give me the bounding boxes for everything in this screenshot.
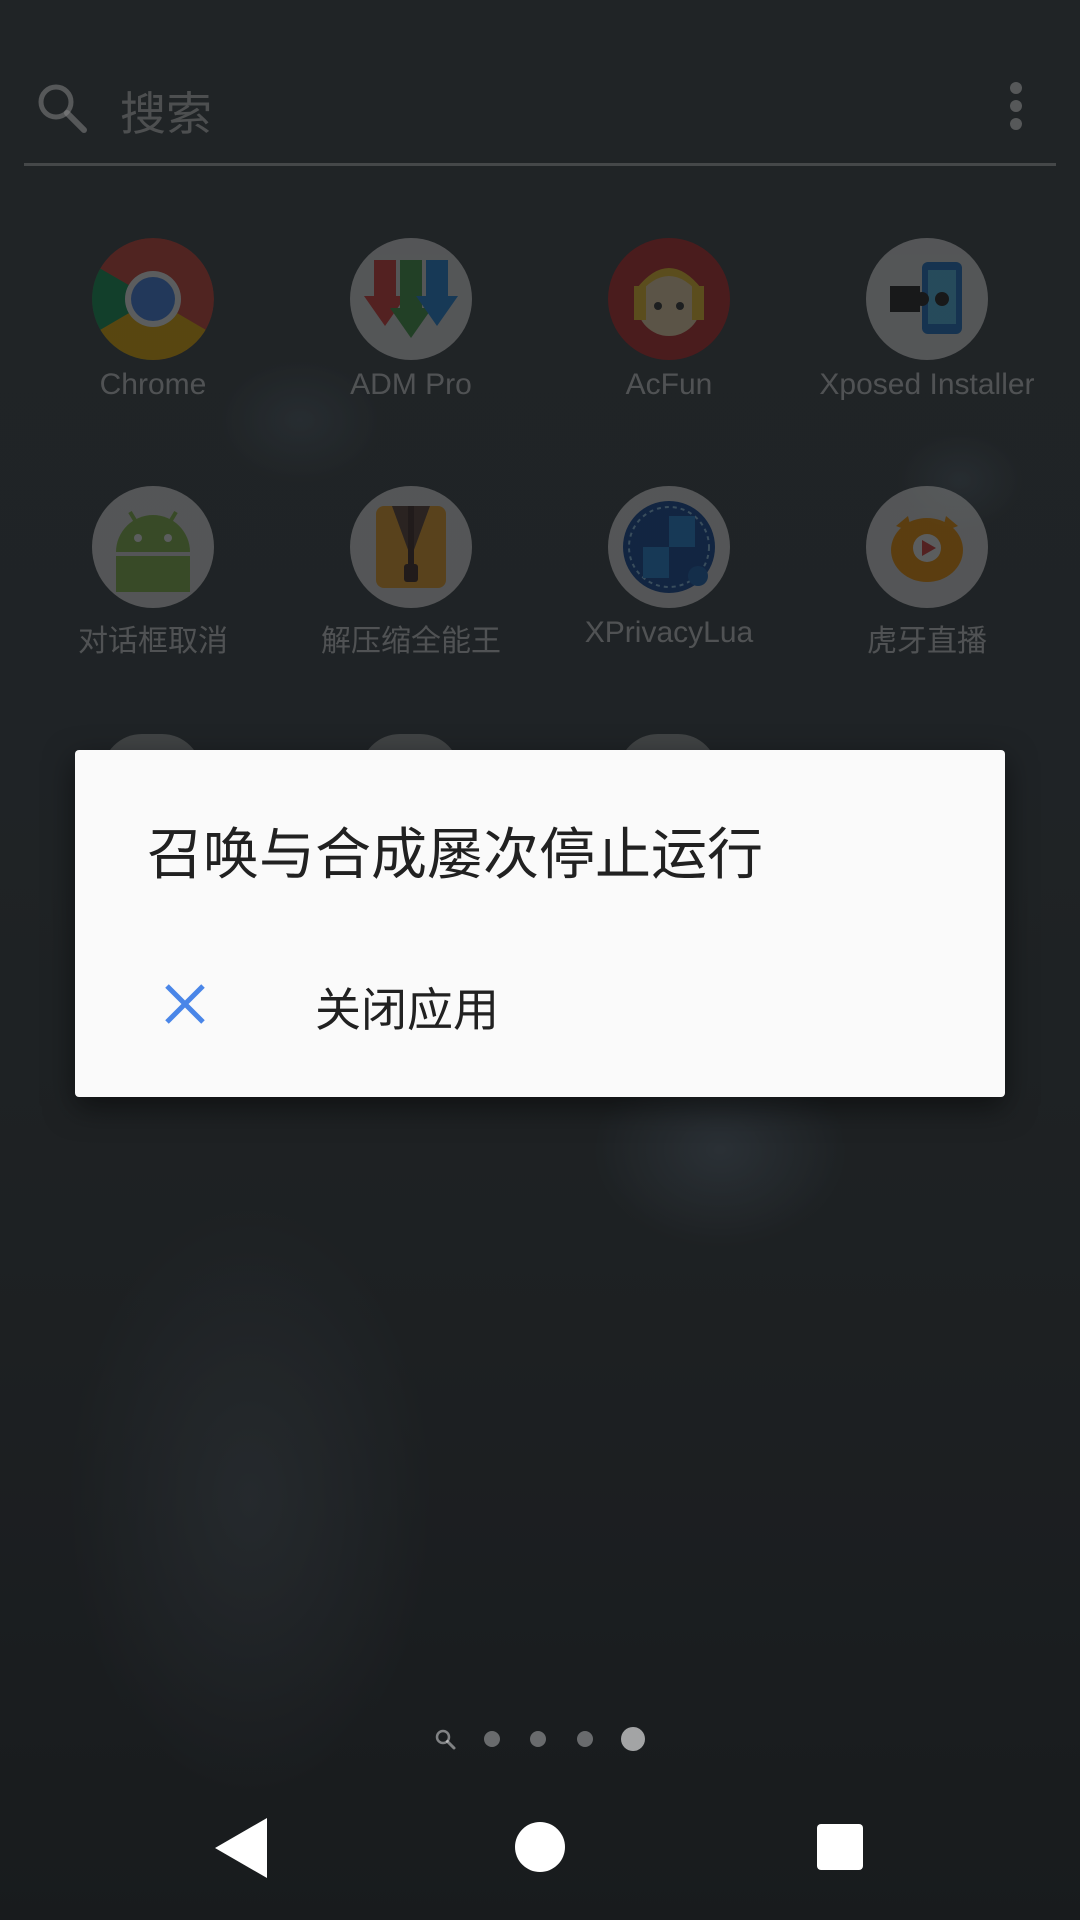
- close-icon: [165, 984, 205, 1024]
- app-crash-dialog: 召唤与合成屡次停止运行 关闭应用: [75, 750, 1005, 1097]
- page-dot[interactable]: [530, 1731, 546, 1747]
- page-indicator: [0, 1724, 1080, 1754]
- page-dot-active[interactable]: [621, 1727, 645, 1751]
- recents-icon[interactable]: [817, 1824, 863, 1870]
- page-dot[interactable]: [577, 1731, 593, 1747]
- close-app-label: 关闭应用: [315, 983, 499, 1037]
- close-app-button[interactable]: 关闭应用: [75, 950, 1005, 1070]
- page-dot[interactable]: [484, 1731, 500, 1747]
- back-icon[interactable]: [215, 1818, 267, 1878]
- dialog-title: 召唤与合成屡次停止运行: [147, 823, 763, 888]
- search-page-icon[interactable]: [433, 1727, 457, 1751]
- home-icon[interactable]: [515, 1822, 565, 1872]
- navigation-bar: [0, 1782, 1080, 1920]
